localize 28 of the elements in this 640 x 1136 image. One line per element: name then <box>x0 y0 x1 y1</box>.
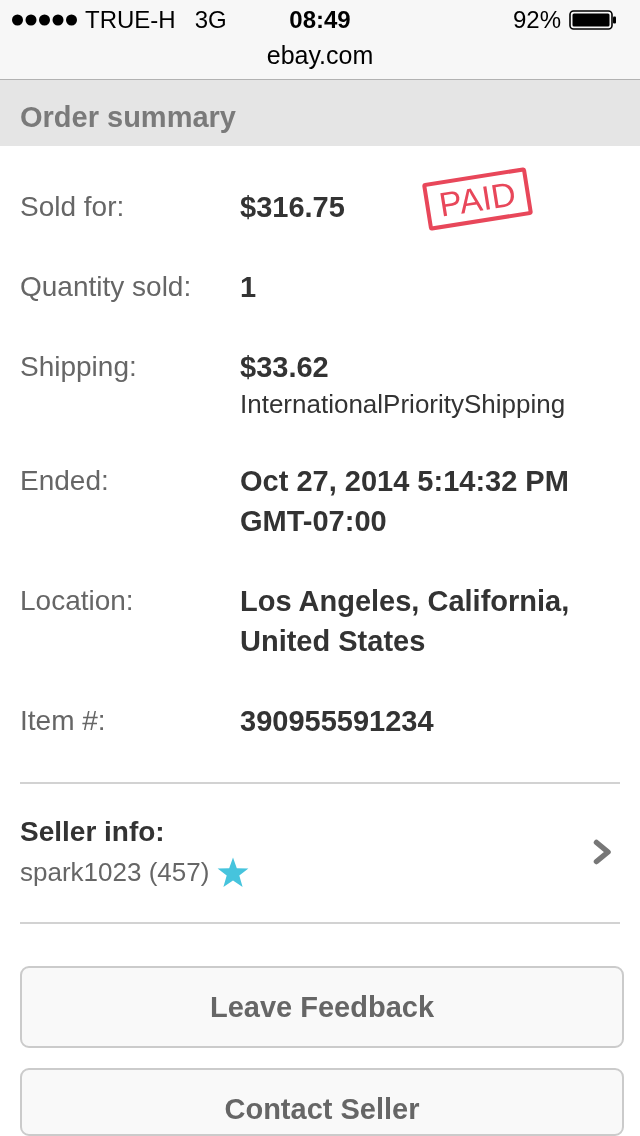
section-title: Order summary <box>20 101 236 133</box>
detail-value: Los Angeles, California, United States <box>240 584 571 659</box>
battery-icon <box>569 10 616 30</box>
detail-label: Quantity sold: <box>20 270 193 304</box>
detail-value: $316.75 <box>240 190 345 225</box>
detail-label: Sold for: <box>20 190 126 224</box>
detail-value: $33.62 <box>240 350 329 385</box>
network-type: 3G <box>194 6 227 34</box>
detail-value: Oct 27, 2014 5:14:32 PM GMT-07:00 <box>240 464 570 539</box>
seller-heading: Seller info: <box>20 815 165 849</box>
detail-value: 390955591234 <box>240 704 434 739</box>
paid-stamp: PAID <box>421 167 533 231</box>
address-text[interactable]: ebay.com <box>266 40 374 70</box>
detail-note: InternationalPriorityShipping <box>240 388 566 421</box>
star-icon <box>217 856 250 888</box>
detail-label: Item #: <box>20 704 107 738</box>
detail-value: 1 <box>240 270 257 305</box>
battery-percent: 92% <box>512 6 561 34</box>
detail-label: Ended: <box>20 464 110 498</box>
chevron-icon[interactable] <box>593 839 612 865</box>
seller-name[interactable]: spark1023 (457) <box>20 852 210 892</box>
signal-strength-icon <box>12 14 77 26</box>
carrier-name: TRUE-H <box>85 6 176 34</box>
detail-label: Location: <box>20 584 135 618</box>
action-button[interactable]: Leave Feedback <box>20 966 624 1048</box>
detail-label: Shipping: <box>20 350 138 384</box>
status-time: 08:49 <box>289 6 351 34</box>
action-button[interactable]: Contact Seller <box>20 1068 624 1136</box>
